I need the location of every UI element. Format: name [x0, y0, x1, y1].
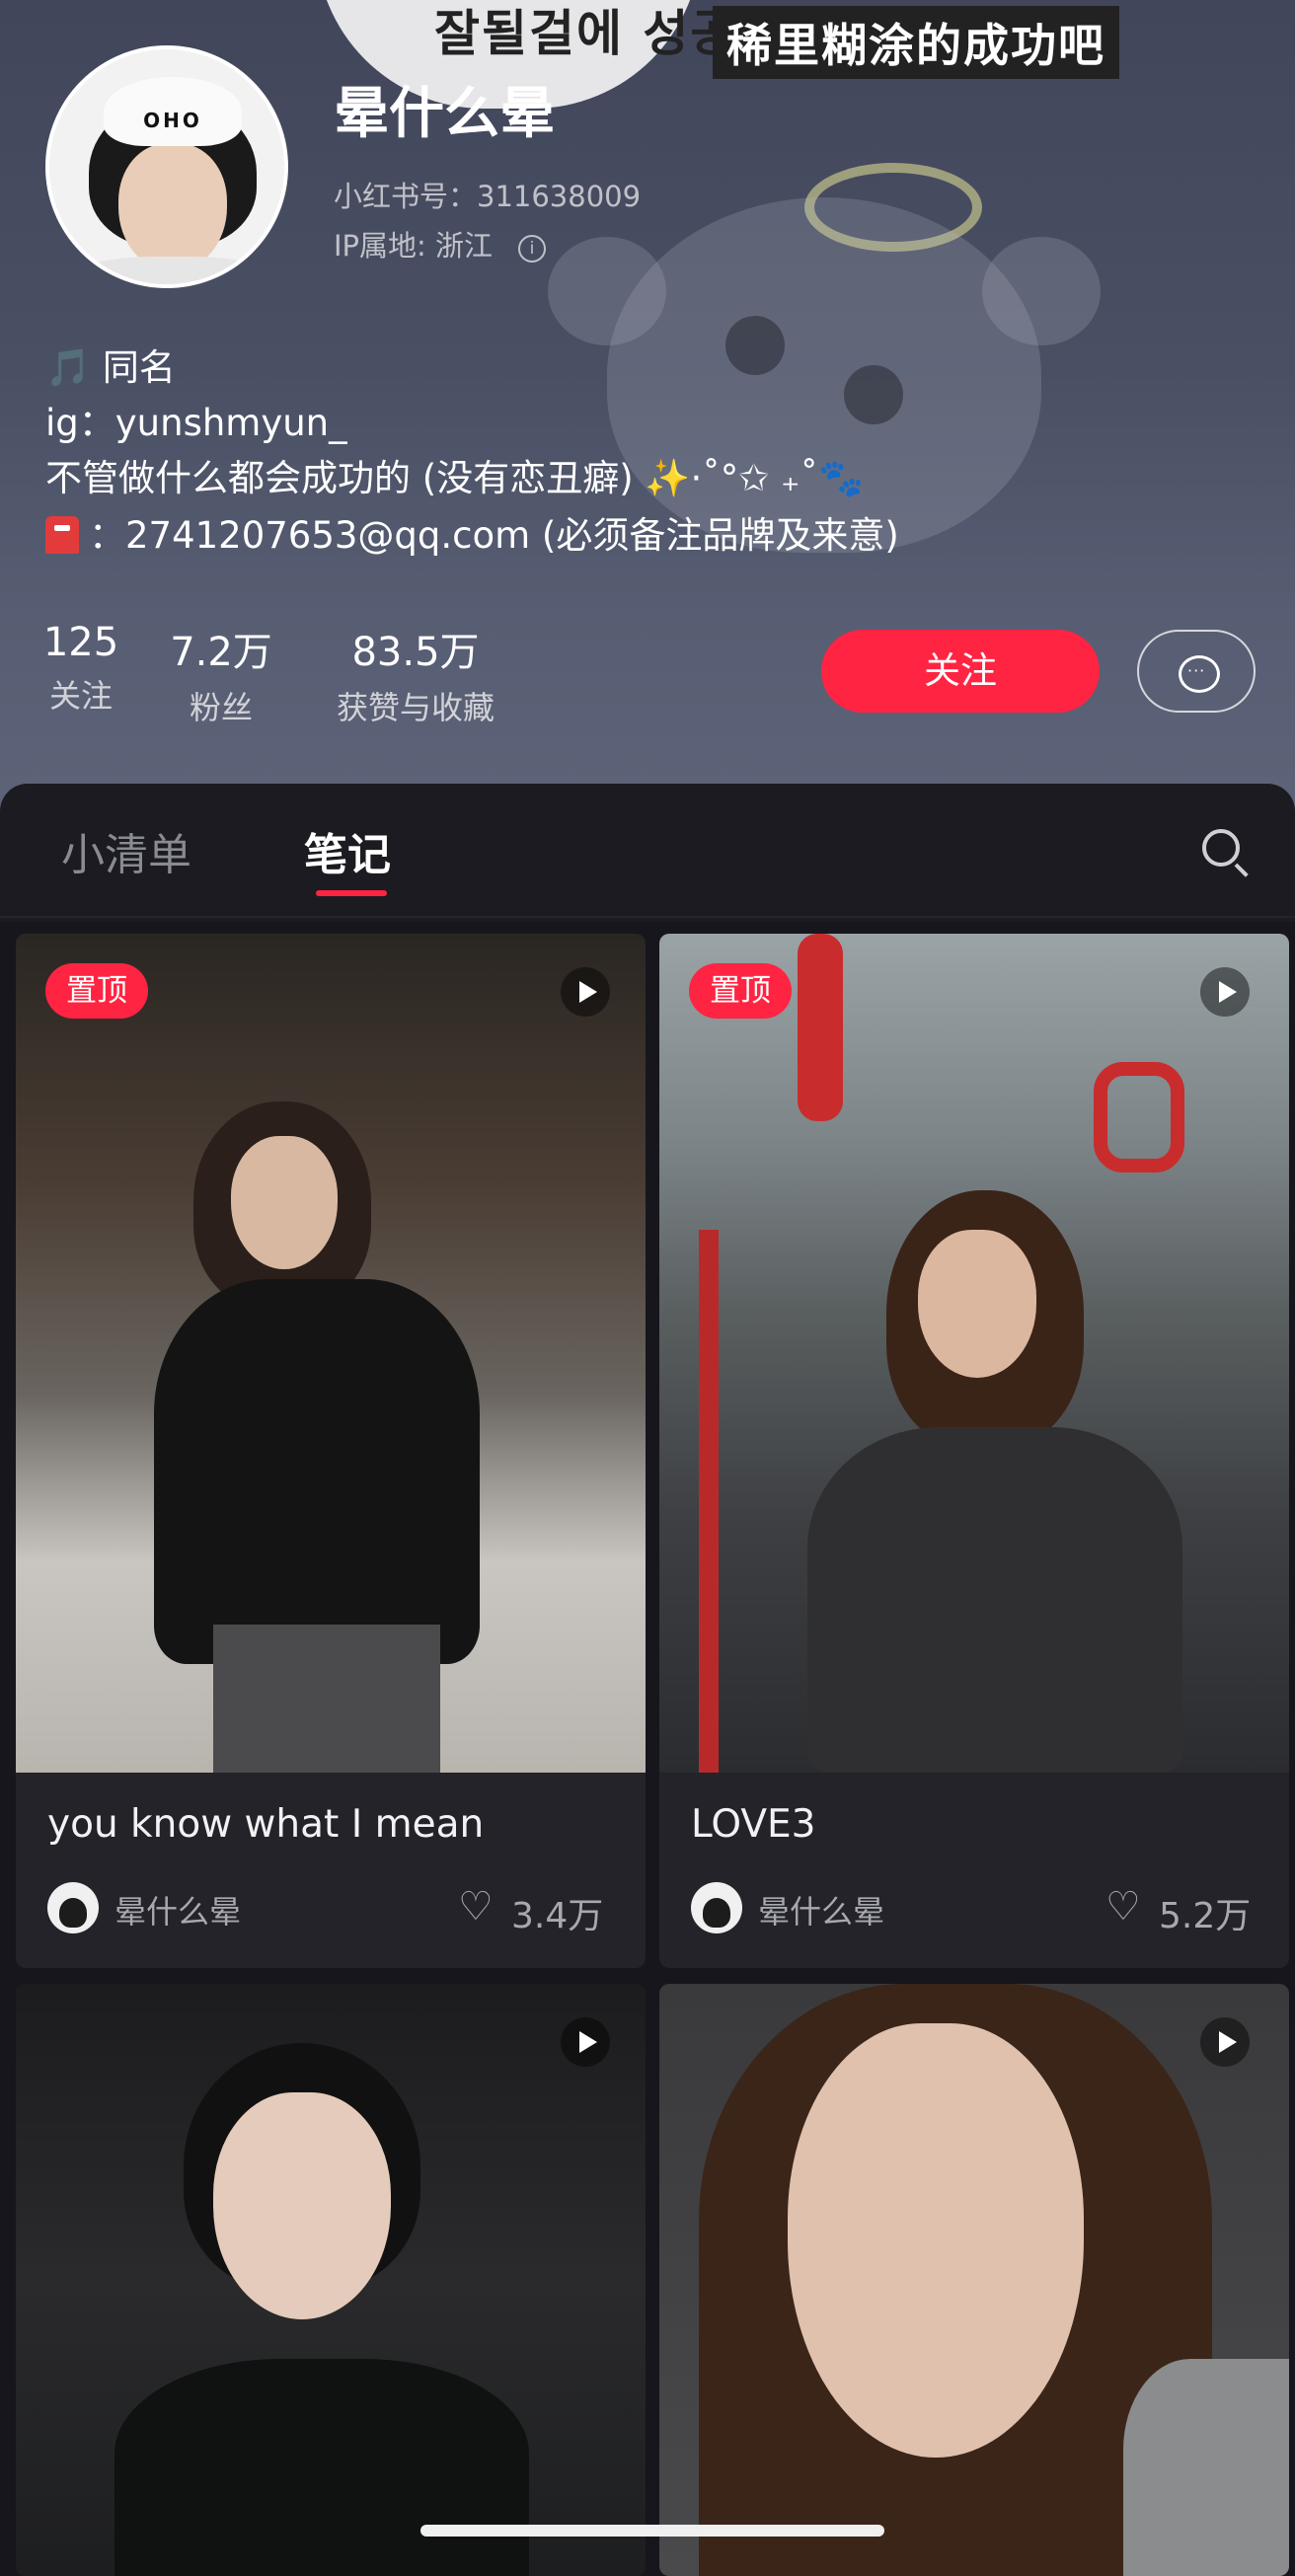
stat-likes-value: 83.5万 [351, 630, 480, 675]
active-tab-indicator [316, 890, 387, 896]
background-caption: 稀里糊涂的成功吧 [713, 6, 1119, 79]
profile-id: 小红书号：311638009 [334, 180, 642, 213]
tab-notes[interactable]: 笔记 [304, 819, 391, 882]
info-icon[interactable]: i [518, 235, 547, 263]
avatar-cap-text: OHO [143, 109, 202, 132]
note-cover-image [16, 1984, 646, 2576]
message-button[interactable]: ··· [1137, 630, 1256, 713]
stat-followers-value: 7.2万 [170, 630, 272, 675]
stat-following-value: 125 [42, 620, 119, 665]
note-cover-image [659, 1984, 1289, 2576]
video-play-icon [1200, 967, 1250, 1017]
profile-ip-location: IP属地: 浙江 i [334, 223, 547, 265]
home-indicator[interactable] [420, 2525, 884, 2537]
postbox-icon [45, 516, 79, 554]
note-card[interactable]: 置顶 you know what I mean 晕什么晕 ♡ 3.4万 [16, 934, 646, 1968]
stat-likes-label: 获赞与收藏 [336, 689, 495, 726]
note-card[interactable]: 置顶 LOVE3 晕什么晕 ♡ 5.2万 [659, 934, 1289, 1968]
author-name: 晕什么晕 [758, 1893, 885, 1931]
stat-likes-collects[interactable]: 83.5万 获赞与收藏 [322, 620, 509, 728]
stat-followers[interactable]: 7.2万 粉丝 [160, 620, 282, 728]
stat-following-label: 关注 [48, 677, 113, 715]
author-avatar [47, 1882, 99, 1933]
pinned-badge: 置顶 [45, 963, 148, 1019]
note-cover-image [659, 934, 1289, 1773]
profile-header: 잘될걸에 성공하세용 稀里糊涂的成功吧 OHO 晕什么晕 小红书号：311638… [0, 0, 1295, 819]
follow-button[interactable]: 关注 [821, 630, 1100, 713]
video-play-icon [561, 967, 610, 1017]
heart-icon[interactable]: ♡ [1105, 1887, 1141, 1927]
like-count: 3.4万 [511, 1896, 604, 1936]
video-play-icon [1200, 2017, 1250, 2067]
note-card[interactable] [16, 1984, 646, 2576]
bio-line-4: ：2741207653@qq.com (必须备注品牌及来意) [45, 505, 899, 559]
tabs-divider [0, 916, 1295, 918]
author-name: 晕什么晕 [114, 1893, 242, 1931]
profile-name: 晕什么晕 [334, 82, 555, 146]
bio-line-2: ig：yunshmyun_ [45, 402, 347, 444]
profile-avatar[interactable]: OHO [45, 45, 288, 288]
stat-followers-label: 粉丝 [189, 689, 253, 726]
bio-line-1: 🎵 同名 [45, 346, 176, 389]
bio-contact-text: ：2741207653@qq.com (必须备注品牌及来意) [89, 514, 899, 557]
ip-location-text: IP属地: 浙江 [334, 229, 494, 263]
note-card[interactable] [659, 1984, 1289, 2576]
pinned-badge: 置顶 [689, 963, 792, 1019]
bio-line-3: 不管做什么都会成功的 (没有恋丑癖) ✨·˚°✩ ₊˚🐾 [45, 457, 865, 499]
note-cover-image [16, 934, 646, 1773]
author-avatar [691, 1882, 742, 1933]
tab-list[interactable]: 小清单 [61, 819, 191, 882]
heart-icon[interactable]: ♡ [458, 1887, 494, 1927]
stat-following[interactable]: 125 关注 [39, 620, 122, 717]
note-title: LOVE3 [691, 1802, 816, 1847]
note-title: you know what I mean [47, 1802, 485, 1847]
like-count: 5.2万 [1159, 1896, 1252, 1936]
search-icon[interactable] [1202, 829, 1240, 867]
video-play-icon [561, 2017, 610, 2067]
content-tabs: 小清单 笔记 [0, 784, 1295, 922]
